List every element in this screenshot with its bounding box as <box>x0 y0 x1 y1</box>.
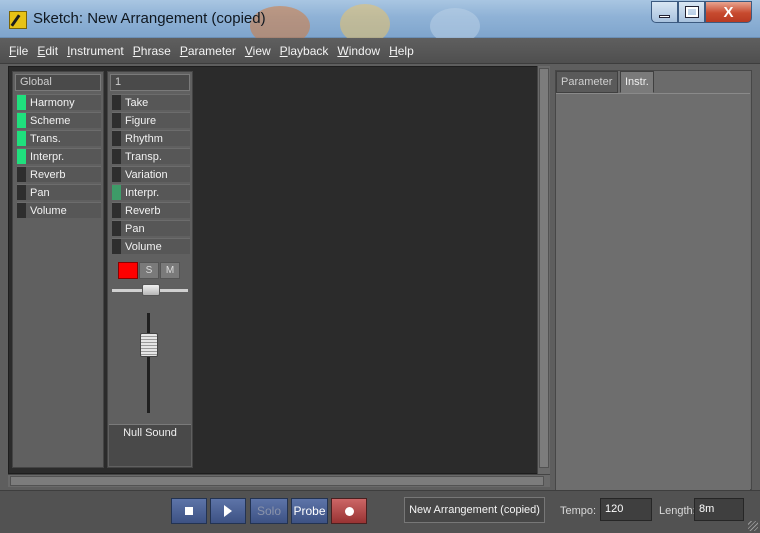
param-led-indicator[interactable] <box>17 203 26 218</box>
param-label: Interpr. <box>125 186 160 199</box>
param-led-indicator[interactable] <box>17 185 26 200</box>
param-label: Scheme <box>30 114 71 127</box>
track-number: 1 <box>110 74 190 91</box>
param-led-indicator[interactable] <box>112 239 121 254</box>
track-param-take[interactable]: Take <box>112 94 190 110</box>
probe-button[interactable]: Probe <box>291 498 328 524</box>
global-param-reverb[interactable]: Reverb <box>17 166 101 182</box>
param-label: Transp. <box>125 150 162 163</box>
param-led-indicator[interactable] <box>112 221 121 236</box>
global-param-volume[interactable]: Volume <box>17 202 101 218</box>
record-button[interactable] <box>331 498 367 524</box>
minimize-icon <box>659 14 670 18</box>
horizontal-scrollbar[interactable] <box>8 474 550 487</box>
param-led-indicator[interactable] <box>17 113 26 128</box>
param-label: Reverb <box>125 204 161 217</box>
track-param-rhythm[interactable]: Rhythm <box>112 130 190 146</box>
global-param-harmony[interactable]: Harmony <box>17 94 101 110</box>
track-param-transp[interactable]: Transp. <box>112 148 190 164</box>
param-label: Figure <box>125 114 157 127</box>
param-label: Trans. <box>30 132 61 145</box>
mute-toggle[interactable]: M <box>160 262 180 279</box>
instrument-name: Null Sound <box>123 427 177 439</box>
minimize-button[interactable] <box>651 1 678 23</box>
horizontal-scroll-thumb[interactable] <box>10 476 544 486</box>
vertical-scrollbar[interactable] <box>537 66 550 474</box>
tab-instr[interactable]: Instr. <box>620 71 654 93</box>
track-param-figure[interactable]: Figure <box>112 112 190 128</box>
param-label: Pan <box>125 222 145 235</box>
maximize-icon <box>684 6 699 18</box>
record-icon <box>344 506 354 516</box>
close-button[interactable]: X <box>705 1 752 23</box>
length-label: Length: <box>659 505 696 517</box>
tempo-label: Tempo: <box>560 505 597 517</box>
inspector-content <box>556 93 750 490</box>
arrangement-name-field[interactable]: New Arrangement (copied) <box>404 497 545 523</box>
track-param-interpr[interactable]: Interpr. <box>112 184 190 200</box>
param-led-indicator[interactable] <box>112 131 121 146</box>
play-icon <box>224 505 232 517</box>
window-title: Sketch: New Arrangement (copied) <box>33 10 266 27</box>
menu-window[interactable]: Window <box>337 44 380 58</box>
global-param-scheme[interactable]: Scheme <box>17 112 101 128</box>
menu-bar: File Edit Instrument Phrase Parameter Vi… <box>0 38 760 64</box>
param-label: Pan <box>30 186 50 199</box>
param-led-indicator[interactable] <box>17 95 26 110</box>
close-icon: X <box>723 3 734 21</box>
menu-help[interactable]: Help <box>389 44 414 58</box>
global-param-pan[interactable]: Pan <box>17 184 101 200</box>
volume-fader-track[interactable] <box>147 313 150 413</box>
param-label: Harmony <box>30 96 75 109</box>
stop-icon <box>185 507 193 515</box>
play-button[interactable] <box>210 498 246 524</box>
param-led-indicator[interactable] <box>17 131 26 146</box>
menu-phrase[interactable]: Phrase <box>133 44 171 58</box>
param-led-indicator[interactable] <box>112 203 121 218</box>
menu-instrument[interactable]: Instrument <box>67 44 124 58</box>
menu-edit[interactable]: Edit <box>37 44 58 58</box>
param-label: Reverb <box>30 168 66 181</box>
param-led-indicator[interactable] <box>112 167 121 182</box>
global-strip: Global Harmony Scheme Trans. Interpr. Re… <box>12 71 104 468</box>
tempo-input[interactable]: 120 <box>600 498 652 521</box>
menu-playback[interactable]: Playback <box>280 44 329 58</box>
param-label: Volume <box>30 204 67 217</box>
param-led-indicator[interactable] <box>112 113 121 128</box>
track-param-variation[interactable]: Variation <box>112 166 190 182</box>
global-strip-title: Global <box>15 74 101 91</box>
param-led-indicator[interactable] <box>112 185 121 200</box>
param-led-indicator[interactable] <box>17 149 26 164</box>
pan-slider-handle[interactable] <box>142 284 160 296</box>
solo-button[interactable]: Solo <box>250 498 288 524</box>
length-input[interactable]: 8m <box>694 498 744 521</box>
param-label: Take <box>125 96 149 109</box>
param-label: Rhythm <box>125 132 163 145</box>
window-controls: X <box>651 1 752 23</box>
menu-parameter[interactable]: Parameter <box>180 44 236 58</box>
param-label: Variation <box>125 168 168 181</box>
app-pen-icon[interactable] <box>9 11 27 29</box>
global-param-trans[interactable]: Trans. <box>17 130 101 146</box>
param-label: Volume <box>125 240 162 253</box>
param-led-indicator[interactable] <box>17 167 26 182</box>
track-param-volume[interactable]: Volume <box>112 238 190 254</box>
solo-toggle[interactable]: S <box>139 262 159 279</box>
stop-button[interactable] <box>171 498 207 524</box>
param-led-indicator[interactable] <box>112 95 121 110</box>
track-param-reverb[interactable]: Reverb <box>112 202 190 218</box>
maximize-button[interactable] <box>678 1 705 23</box>
track-param-pan[interactable]: Pan <box>112 220 190 236</box>
menu-file[interactable]: File <box>9 44 28 58</box>
tab-parameter[interactable]: Parameter <box>556 71 618 93</box>
param-label: Interpr. <box>30 150 65 163</box>
resize-grip[interactable] <box>748 521 758 531</box>
volume-fader-handle[interactable] <box>140 333 158 357</box>
vertical-scroll-thumb[interactable] <box>539 68 549 468</box>
record-arm-button[interactable] <box>118 262 138 279</box>
global-param-interpr[interactable]: Interpr. <box>17 148 101 164</box>
window-titlebar: Sketch: New Arrangement (copied) X <box>0 0 760 46</box>
param-led-indicator[interactable] <box>112 149 121 164</box>
menu-view[interactable]: View <box>245 44 271 58</box>
